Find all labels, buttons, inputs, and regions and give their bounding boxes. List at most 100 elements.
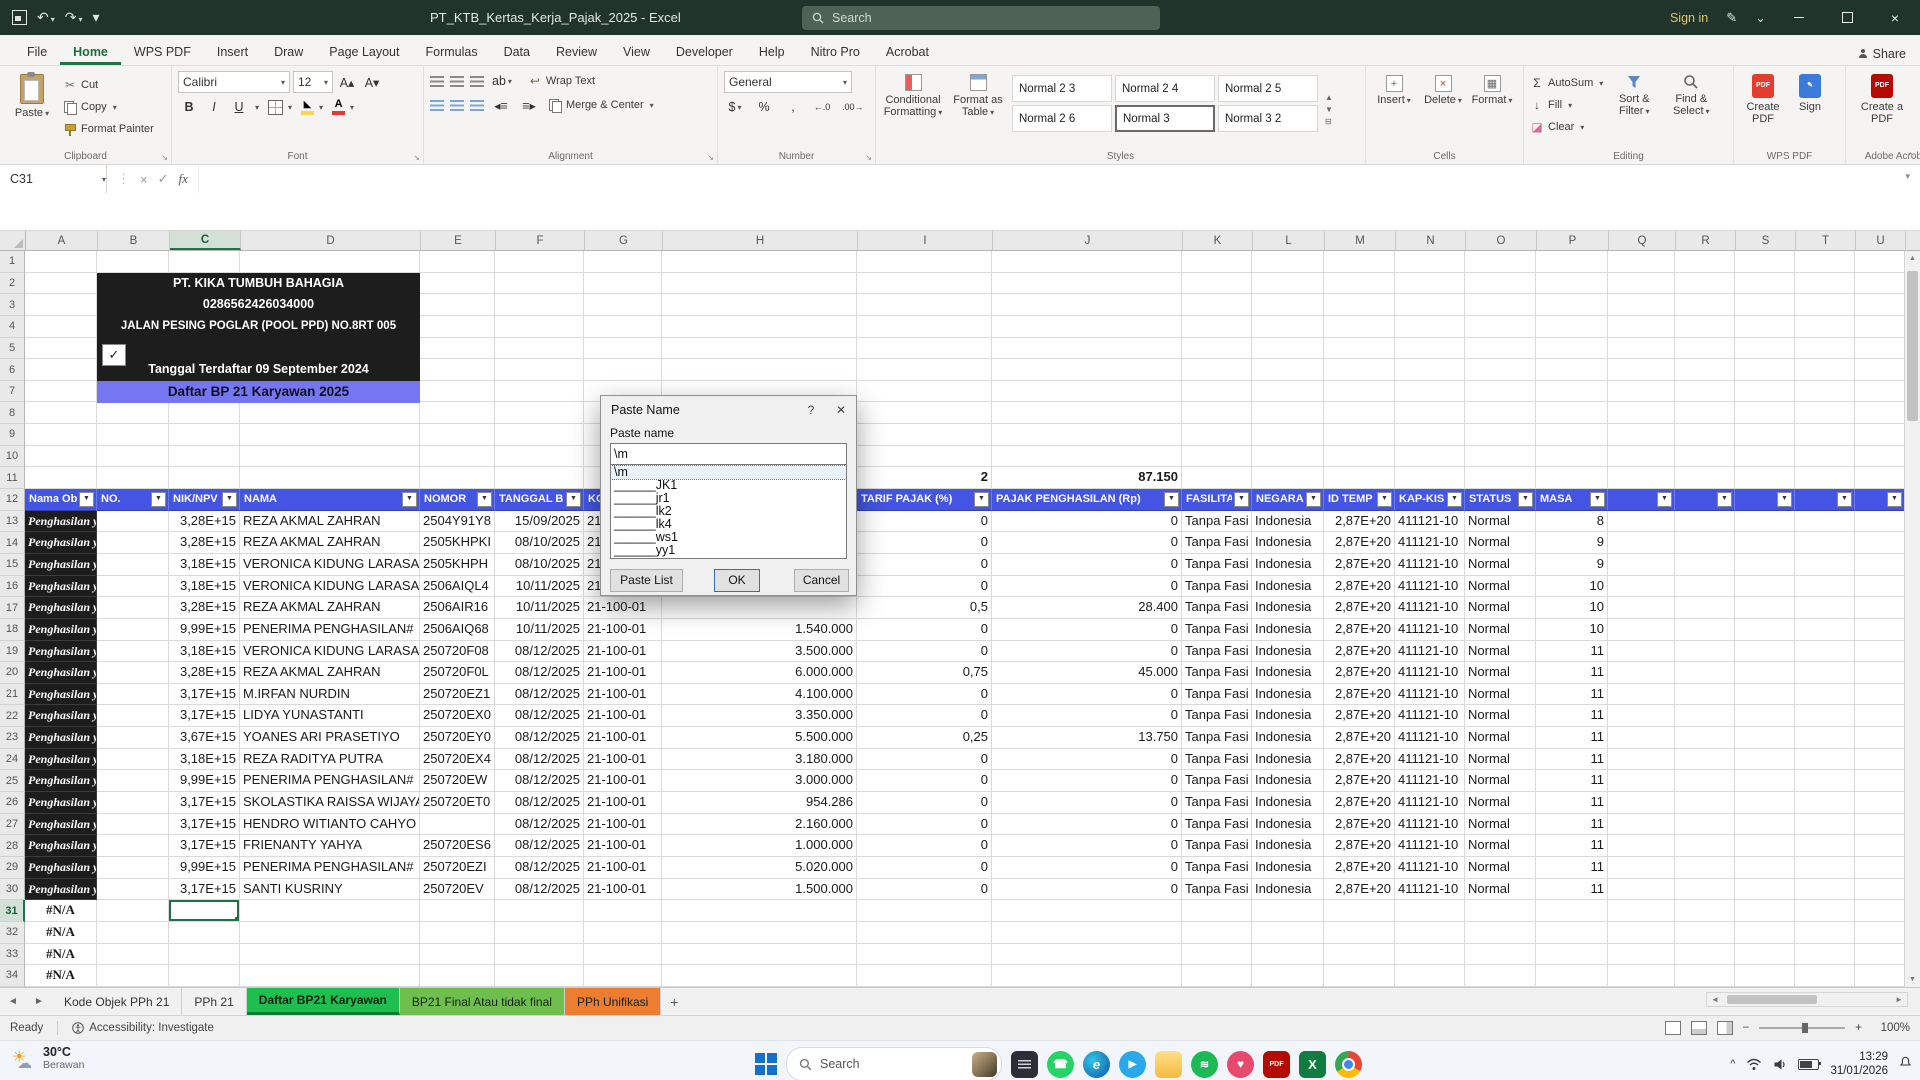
cell-N8[interactable] [1395,402,1465,424]
cell-P28[interactable]: 11 [1536,835,1608,857]
cell-G1[interactable] [584,251,662,273]
cell-M12[interactable]: ID TEMP▼ [1324,489,1395,511]
font-family-select[interactable]: Calibri▾ [178,71,290,93]
cell-U15[interactable] [1855,554,1905,576]
cell-S6[interactable] [1735,359,1795,381]
customize-qat-icon[interactable]: ▾ [93,9,100,26]
row-header-4[interactable]: 4 [0,316,25,338]
cell-E31[interactable] [420,900,495,922]
cell-O30[interactable]: Normal [1465,879,1536,901]
cell-P31[interactable] [1536,900,1608,922]
cell-I28[interactable]: 0 [857,835,992,857]
clock[interactable]: 13:29 31/01/2026 [1830,1050,1888,1078]
adobe-acrobat-icon[interactable]: PDF [1263,1051,1290,1078]
row-header-5[interactable]: 5 [0,338,25,360]
cell-K22[interactable]: Tanpa Fasi [1182,705,1252,727]
minimize-button[interactable] [1784,0,1814,35]
cell-T8[interactable] [1795,402,1855,424]
cell-T29[interactable] [1795,857,1855,879]
cell-H2[interactable] [662,273,857,295]
cell-R18[interactable] [1675,619,1735,641]
row-header-8[interactable]: 8 [0,402,25,424]
cell-S3[interactable] [1735,294,1795,316]
column-header-D[interactable]: D [241,231,421,250]
cell-P10[interactable] [1536,446,1608,468]
cell-J17[interactable]: 28.400 [992,597,1182,619]
cell-G2[interactable] [584,273,662,295]
cell-C32[interactable] [169,922,240,944]
cell-S18[interactable] [1735,619,1795,641]
zoom-in-icon[interactable]: + [1855,1022,1862,1034]
cell-E14[interactable]: 2505KHPKI [420,532,495,554]
cell-F5[interactable] [495,338,584,360]
cell-P13[interactable]: 8 [1536,511,1608,533]
tab-data[interactable]: Data [491,39,543,65]
column-header-L[interactable]: L [1253,231,1325,250]
cell-F16[interactable]: 10/11/2025 [495,576,584,598]
cell-D19[interactable]: VERONICA KIDUNG LARASA [240,641,420,663]
autosum-button[interactable]: ΣAutoSum▾ [1530,73,1603,93]
cell-K30[interactable]: Tanpa Fasi [1182,879,1252,901]
cell-F9[interactable] [495,424,584,446]
row-header-13[interactable]: 13 [0,511,25,533]
taskbar-search[interactable]: Search [786,1047,1002,1080]
cell-S13[interactable] [1735,511,1795,533]
cell-T23[interactable] [1795,727,1855,749]
page-layout-view-icon[interactable] [1691,1021,1707,1035]
cell-D9[interactable] [240,424,420,446]
cell-T24[interactable] [1795,749,1855,771]
cell-I30[interactable]: 0 [857,879,992,901]
filter-dropdown-icon[interactable]: ▼ [974,492,989,507]
cell-D15[interactable]: VERONICA KIDUNG LARASA [240,554,420,576]
cell-O22[interactable]: Normal [1465,705,1536,727]
cell-G28[interactable]: 21-100-01 [584,835,662,857]
cell-I33[interactable] [857,944,992,966]
cell-F3[interactable] [495,294,584,316]
cell-N33[interactable] [1395,944,1465,966]
cell-U19[interactable] [1855,641,1905,663]
cell-K8[interactable] [1182,402,1252,424]
cell-A7[interactable] [25,381,97,403]
cell-N15[interactable]: 411121-10 [1395,554,1465,576]
cell-F2[interactable] [495,273,584,295]
cell-R2[interactable] [1675,273,1735,295]
cell-C26[interactable]: 3,17E+15 [169,792,240,814]
cell-A8[interactable] [25,402,97,424]
cell-P24[interactable]: 11 [1536,749,1608,771]
cell-R8[interactable] [1675,402,1735,424]
cell-U27[interactable] [1855,814,1905,836]
row-header-9[interactable]: 9 [0,424,25,446]
cell-J5[interactable] [992,338,1182,360]
cell-H25[interactable]: 3.000.000 [662,770,857,792]
cell-F1[interactable] [495,251,584,273]
cell-H22[interactable]: 3.350.000 [662,705,857,727]
cell-U17[interactable] [1855,597,1905,619]
cell-Q10[interactable] [1608,446,1675,468]
cell-T32[interactable] [1795,922,1855,944]
cell-G34[interactable] [584,965,662,987]
cell-S21[interactable] [1735,684,1795,706]
cell-J22[interactable]: 0 [992,705,1182,727]
cell-A10[interactable] [25,446,97,468]
cell-C33[interactable] [169,944,240,966]
cell-N30[interactable]: 411121-10 [1395,879,1465,901]
sign-button[interactable]: ✎ Sign [1791,71,1829,147]
cell-C20[interactable]: 3,28E+15 [169,662,240,684]
cell-U32[interactable] [1855,922,1905,944]
column-header-U[interactable]: U [1856,231,1906,250]
cell-G31[interactable] [584,900,662,922]
cell-L3[interactable] [1252,294,1324,316]
cell-M6[interactable] [1324,359,1395,381]
column-header-I[interactable]: I [858,231,993,250]
maximize-button[interactable] [1832,0,1862,35]
zoom-slider[interactable] [1759,1027,1845,1029]
cell-J34[interactable] [992,965,1182,987]
cell-M22[interactable]: 2,87E+20 [1324,705,1395,727]
cell-L27[interactable]: Indonesia [1252,814,1324,836]
cell-D16[interactable]: VERONICA KIDUNG LARASA [240,576,420,598]
cell-Q2[interactable] [1608,273,1675,295]
scroll-up-icon[interactable]: ▲ [1905,251,1920,266]
cell-S12[interactable]: ▼ [1735,489,1795,511]
cell-D22[interactable]: LIDYA YUNASTANTI [240,705,420,727]
cell-N12[interactable]: KAP-KIS▼ [1395,489,1465,511]
